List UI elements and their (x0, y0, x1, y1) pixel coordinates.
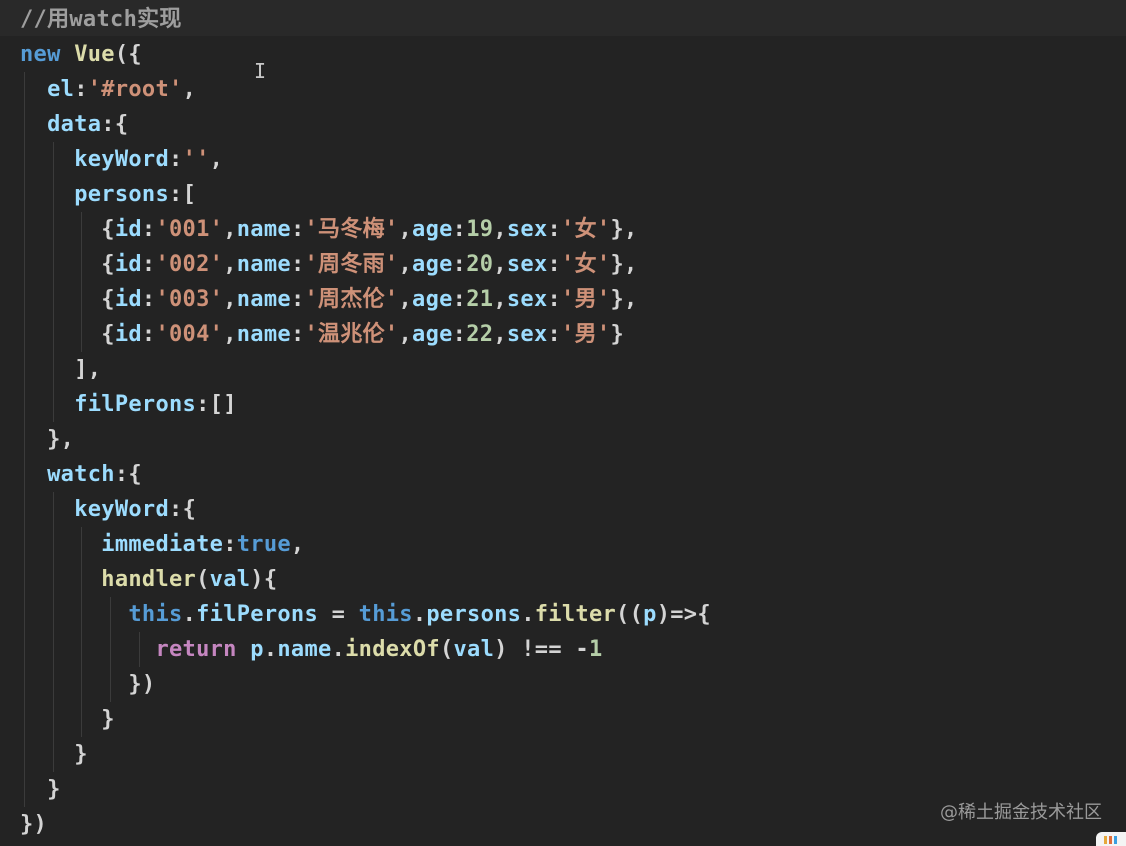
code-line: persons:[ (74, 182, 197, 207)
code-line: {id:'001',name:'马冬梅',age:19,sex:'女'}, (101, 217, 638, 242)
code-line: data:{ (47, 112, 129, 137)
code-line: this.filPerons = this.persons.filter((p)… (128, 602, 711, 627)
code-line: }) (20, 812, 48, 837)
code-line: } (101, 707, 115, 732)
code-line: keyWord:{ (74, 497, 197, 522)
code-line: el:'#root', (47, 77, 197, 102)
code-line: } (74, 742, 88, 767)
code-line: }) (128, 672, 156, 697)
code-line: } (47, 777, 61, 802)
code-line: new Vue({ (20, 42, 142, 67)
code-line: {id:'002',name:'周冬雨',age:20,sex:'女'}, (101, 252, 638, 277)
code-editor[interactable]: //用watch实现 new Vue({ el:'#root', data:{ k… (0, 0, 1126, 846)
code-line: ], (74, 357, 102, 382)
code-line: immediate:true, (101, 532, 305, 557)
code-line: filPerons:[] (74, 392, 237, 417)
code-line: keyWord:'', (74, 147, 224, 172)
text-cursor-icon: I (254, 59, 267, 83)
code-line: handler(val){ (101, 567, 278, 592)
code-line: {id:'003',name:'周杰伦',age:21,sex:'男'}, (101, 287, 638, 312)
code-comment-line: //用watch实现 (20, 7, 182, 32)
corner-logo-icon (1096, 832, 1126, 846)
watermark: @稀土掘金技术社区 (940, 802, 1102, 823)
code-line: return p.name.indexOf(val) !== -1 (155, 637, 603, 662)
code-line: watch:{ (47, 462, 142, 487)
code-line: }, (47, 427, 75, 452)
code-line: {id:'004',name:'温兆伦',age:22,sex:'男'} (101, 322, 624, 347)
